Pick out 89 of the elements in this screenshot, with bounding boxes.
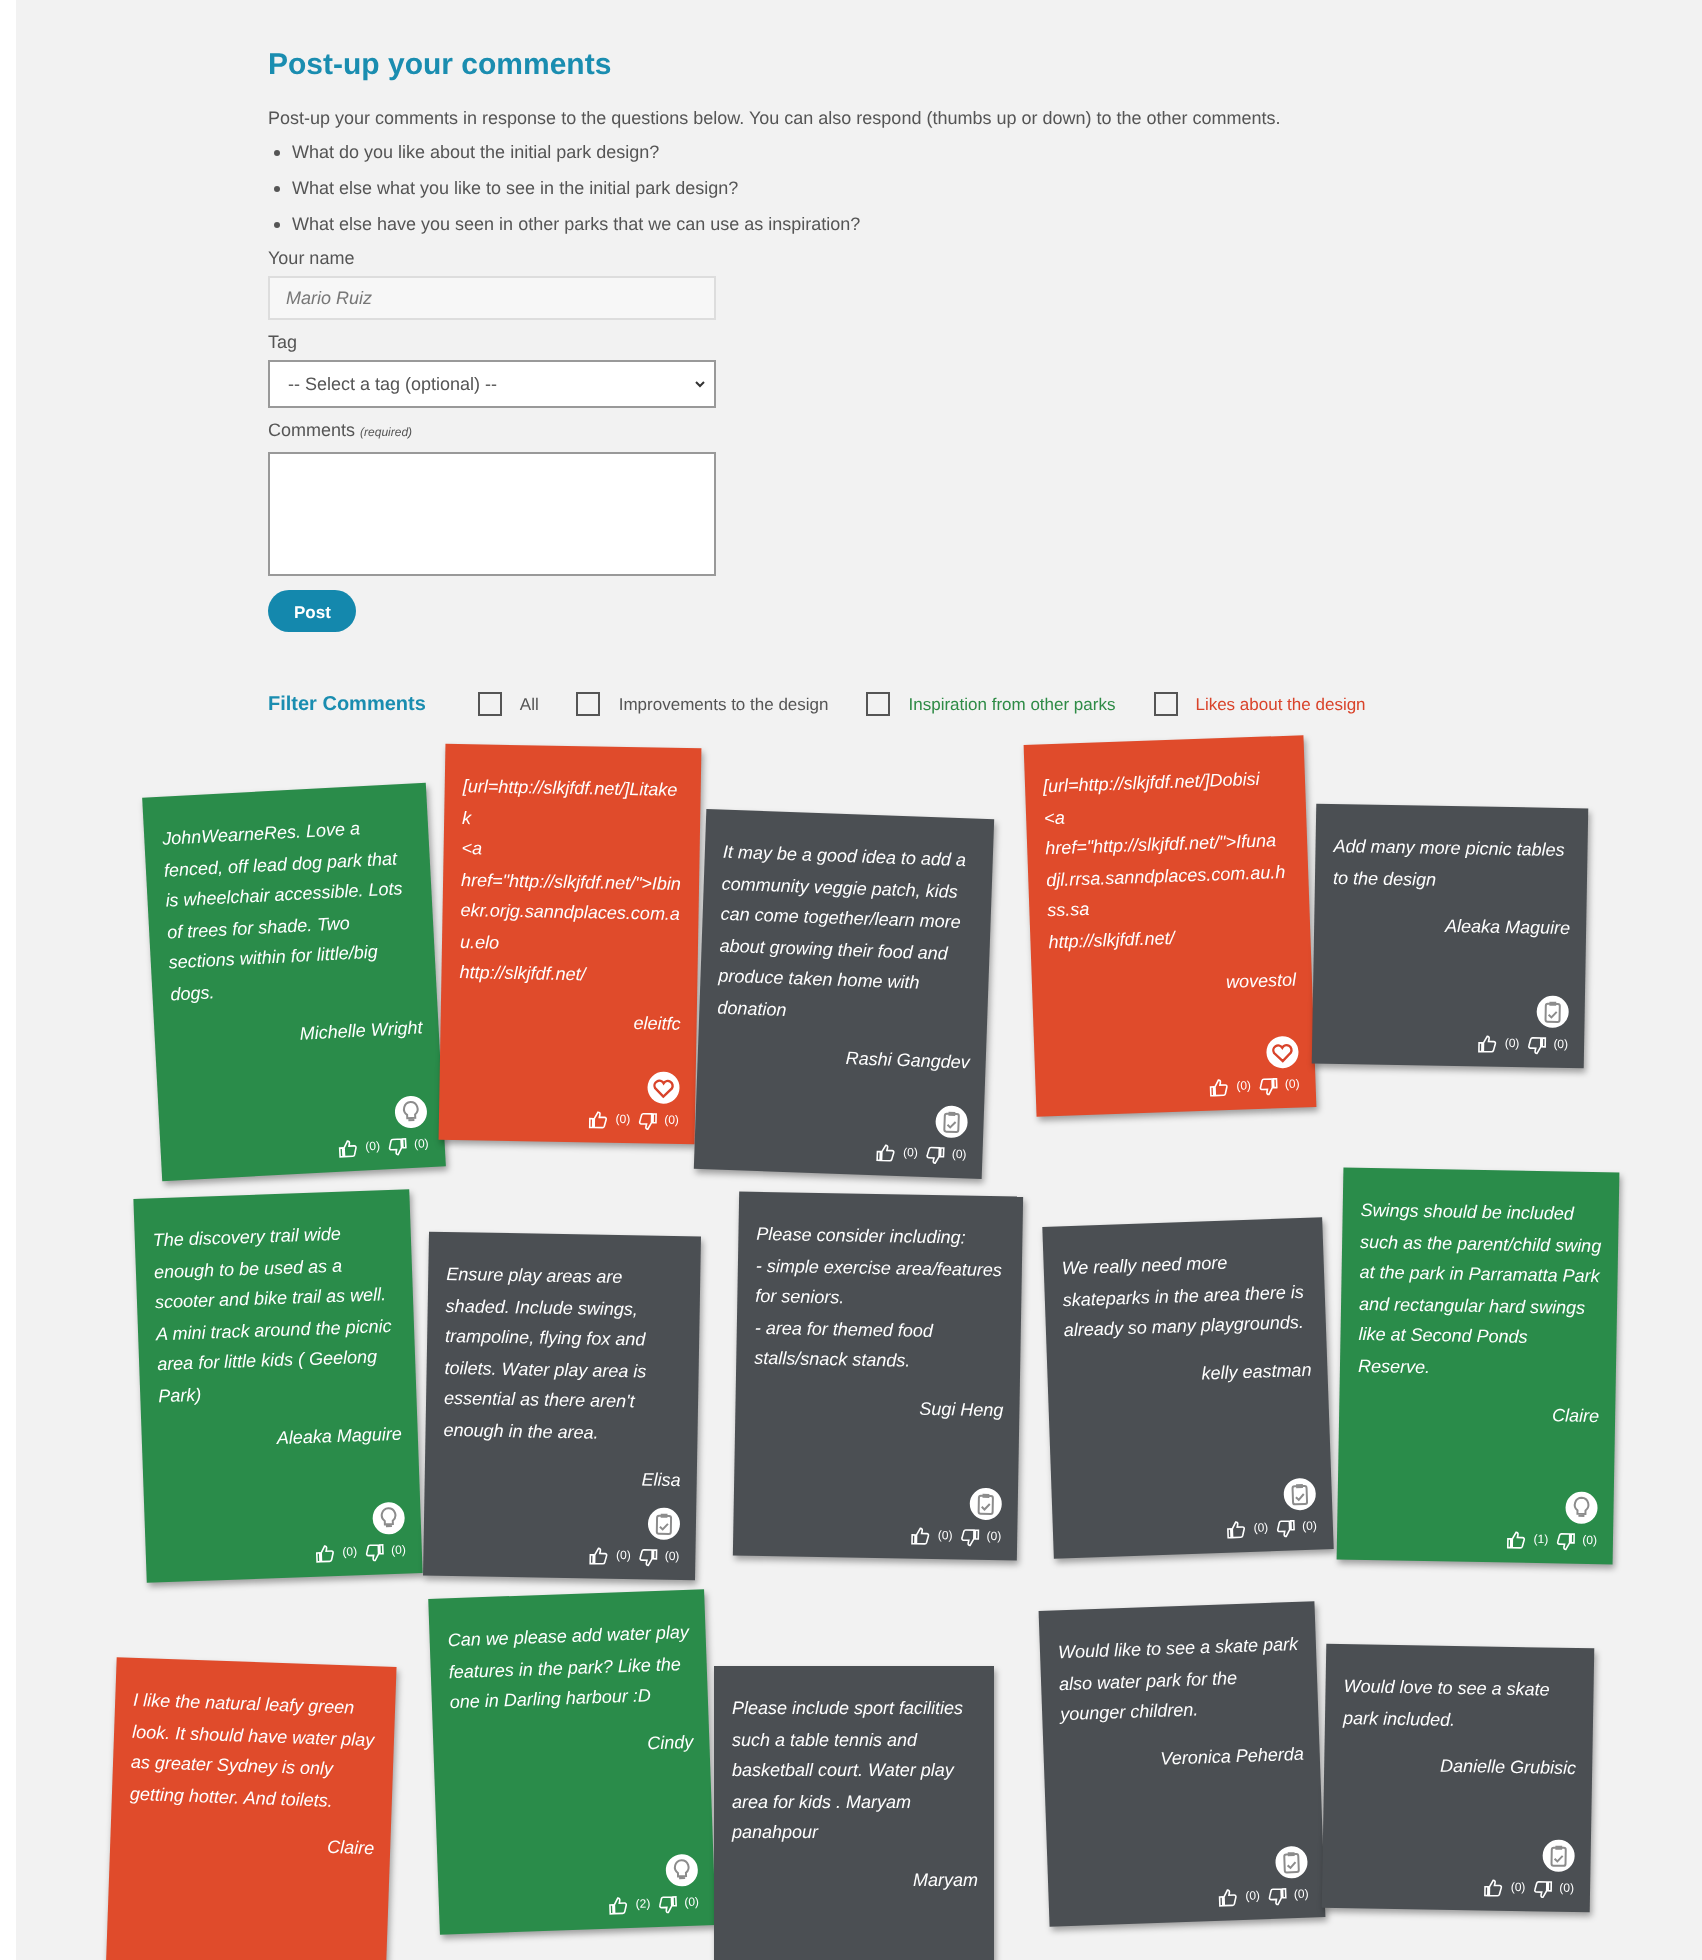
comment-author: Cindy	[645, 1728, 694, 1757]
page-heading: Post-up your comments	[268, 48, 614, 84]
filter-label[interactable]: All	[519, 694, 539, 714]
clipboard-icon	[1283, 1477, 1317, 1511]
filter-label[interactable]: Improvements to the design	[618, 694, 829, 714]
tag-dropdown[interactable]: -- Select a tag (optional) --	[268, 360, 716, 408]
thumbs-down-icon[interactable]	[385, 1134, 409, 1158]
filter-checkbox[interactable]	[866, 692, 891, 716]
comment-text: Please consider including: - simple exercise area/features for seniors. - area for themed food stalls/snack stands.	[754, 1221, 1005, 1375]
comment-text: [url=http://slkjfdf.net/]Litakek <a href="http://slkjfdf.net/">Ibin ekr.orjg.sanndplaces.com.au.elo http://slkjfdf.net/	[459, 774, 684, 989]
comment-author: Aleaka Maguire	[274, 1421, 403, 1453]
comments-field[interactable]	[268, 452, 716, 576]
comment-text: Would love to see a skate park included.	[1342, 1674, 1552, 1733]
thumbs-down-icon[interactable]	[1531, 1877, 1554, 1900]
filter-checkbox[interactable]	[1153, 692, 1178, 716]
thumbs-down-icon[interactable]	[362, 1540, 386, 1564]
clipboard-icon	[969, 1487, 1003, 1521]
clipboard-icon	[647, 1507, 681, 1541]
comment-text: I like the natural leafy green look. It should have water play as greater Sydney is only getting hotter. And toilets.	[129, 1687, 377, 1814]
field-label: Comments	[268, 420, 356, 440]
thumbs-down-icon[interactable]	[1525, 1033, 1548, 1056]
comment-author: Aleaka Maguire	[1442, 913, 1571, 943]
thumbs-down-icon[interactable]	[1256, 1074, 1280, 1098]
comment-author: Maryam	[910, 1867, 978, 1894]
thumbs-up-icon[interactable]	[1482, 1876, 1505, 1899]
comment-author: Veronica Peherda	[1158, 1740, 1305, 1772]
chevron-down-icon	[694, 378, 706, 390]
thumbs-down-icon[interactable]	[655, 1892, 679, 1916]
comment-author: Michelle Wright	[297, 1015, 424, 1048]
thumbs-down-icon[interactable]	[1273, 1516, 1297, 1540]
comment-text: We really need more skateparks in the area there is already so many playgrounds.	[1061, 1250, 1307, 1345]
thumbs-up-icon[interactable]	[874, 1141, 898, 1164]
comment-author: eleitfc	[631, 1010, 681, 1037]
comment-author: Elisa	[639, 1467, 681, 1495]
thumbs-up-icon[interactable]	[314, 1542, 337, 1565]
thumbs-up-icon[interactable]	[587, 1544, 611, 1567]
comment-author: Sugi Heng	[917, 1395, 1004, 1424]
clipboard-icon	[935, 1105, 969, 1139]
thumbs-down-icon[interactable]	[958, 1525, 981, 1548]
lightbulb-icon	[665, 1853, 699, 1887]
comment-text: [url=http://slkjfdf.net/]Dobisi <a href="http://slkjfdf.net/">Ifuna djl.rrsa.sanndplaces.com.au.hss.sa http://slkjfdf.net/	[1042, 766, 1288, 956]
filter-label[interactable]: Likes about the design	[1195, 694, 1366, 714]
thumbs-up-icon[interactable]	[1225, 1518, 1248, 1541]
thumbs-down-icon[interactable]	[1554, 1529, 1577, 1552]
thumbs-up-icon[interactable]	[607, 1894, 631, 1917]
comment-text: It may be a good idea to add a community veggie patch, kids can come together/learn more about growing their food and produce taken home with donation	[716, 839, 969, 1023]
question-text: What else have you seen in other parks that we can use as inspiration?	[292, 212, 861, 236]
comment-author: Claire	[1549, 1403, 1600, 1431]
thumbs-up-icon[interactable]	[1216, 1886, 1240, 1909]
comment-author: kelly eastman	[1199, 1356, 1312, 1387]
field-label: Tag	[268, 332, 300, 354]
comment-text: The discovery trail wide enough to be used as a scooter and bike trail as well. A mini track around the picnic area for little kids ( Geelong Park)	[152, 1221, 394, 1410]
thumbs-up-icon[interactable]	[336, 1136, 360, 1160]
thumbs-up-icon[interactable]	[1476, 1032, 1499, 1055]
filter-checkbox[interactable]	[477, 692, 502, 716]
comment-text: Ensure play areas are shaded. Include swings, trampoline, flying fox and toilets. Water play area is essential as there aren't enough in the area.	[443, 1261, 649, 1446]
filter-label[interactable]: Inspiration from other parks	[908, 694, 1116, 714]
field-label: Your name	[268, 248, 357, 270]
intro-text: Post-up your comments in response to the questions below. You can also respond (thumbs up or down) to the other comments.	[268, 106, 1283, 130]
clipboard-icon	[1536, 995, 1569, 1029]
lightbulb-icon	[1565, 1491, 1598, 1525]
thumbs-down-icon[interactable]	[1265, 1884, 1289, 1908]
thumbs-down-icon[interactable]	[636, 1545, 659, 1568]
question-text: What else what you like to see in the initial park design?	[292, 176, 739, 200]
filter-checkbox[interactable]	[576, 692, 601, 716]
comment-author: Claire	[324, 1834, 375, 1863]
thumbs-up-icon[interactable]	[587, 1108, 610, 1131]
comment-text: Please include sport facilities such a table tennis and basketball court. Water play area for kids . Maryam panahpour	[732, 1696, 966, 1846]
lightbulb-icon	[372, 1501, 406, 1535]
filter-title: Filter Comments	[268, 693, 426, 715]
comment-text: Add many more picnic tables to the design	[1332, 833, 1567, 894]
thumbs-up-icon[interactable]	[1207, 1076, 1231, 1099]
comment-text: Swings should be included such as the parent/child swing at the park in Parramatta Park and rectangular hard swings like at Second Ponds Reserve.	[1357, 1197, 1603, 1381]
clipboard-icon	[1542, 1839, 1575, 1873]
clipboard-icon	[1274, 1845, 1309, 1879]
thumbs-down-icon[interactable]	[636, 1109, 659, 1132]
comment-text: Would like to see a skate park also water park for the younger children.	[1057, 1631, 1301, 1729]
thumbs-up-icon[interactable]	[1505, 1528, 1528, 1551]
comment-author: Danielle Grubisic	[1438, 1753, 1577, 1783]
question-text: What do you like about the initial park design?	[292, 140, 660, 164]
name-field[interactable]: Mario Ruiz	[268, 276, 716, 320]
comment-author: wovestol	[1223, 967, 1297, 997]
comment-text: JohnWearneRes. Love a fenced, off lead dog park that is wheelchair accessible. Lots of trees for shade. Two sections within for little/big dogs.	[161, 816, 405, 1008]
comment-author: Rashi Gangdev	[843, 1046, 971, 1077]
comment-text: Can we please add water play features in the park? Like the one in Darling harbour :D	[447, 1619, 692, 1717]
thumbs-down-icon[interactable]	[923, 1142, 947, 1166]
post-button[interactable]: Post	[268, 590, 357, 632]
thumbs-up-icon[interactable]	[909, 1524, 933, 1547]
lightbulb-icon	[394, 1095, 428, 1129]
